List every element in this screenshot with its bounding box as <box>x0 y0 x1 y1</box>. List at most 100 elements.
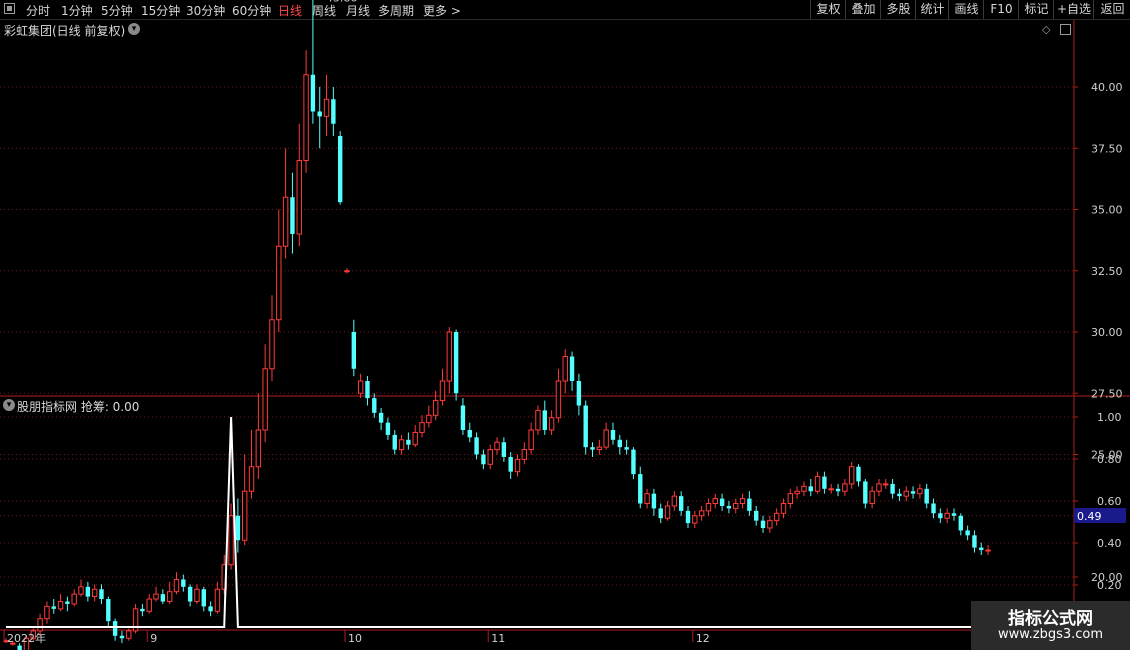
candle-body <box>78 586 84 595</box>
candle-body <box>153 593 159 600</box>
candle-body <box>965 530 970 536</box>
indicator-tick-label: 0.20 <box>1097 579 1122 592</box>
watermark-title: 指标公式网 <box>1008 609 1093 629</box>
candle-body <box>51 606 56 609</box>
candle-body <box>863 481 868 504</box>
candle-body <box>822 476 827 489</box>
candle-body <box>583 405 588 448</box>
candle-body <box>754 510 759 521</box>
candle-body <box>37 618 43 632</box>
candle-body <box>106 599 111 622</box>
candle-body <box>535 409 541 431</box>
candle-body <box>317 111 322 117</box>
candle-body <box>357 380 364 394</box>
candle-body <box>426 414 432 424</box>
candle-body <box>255 429 262 468</box>
candle-body <box>698 510 705 517</box>
candle-body <box>201 589 206 607</box>
candle-body <box>733 503 739 509</box>
watermark: 指标公式网 www.zbgs3.com <box>971 601 1130 650</box>
candle-body <box>91 588 98 598</box>
candle-body <box>651 493 657 509</box>
candle-body <box>235 515 241 541</box>
candle-body <box>985 549 991 552</box>
candle-body <box>494 441 500 451</box>
candle-body <box>194 588 200 602</box>
candle-body <box>310 74 316 112</box>
candle-body <box>17 645 22 650</box>
candle-body <box>474 437 479 455</box>
candle-body <box>378 412 384 423</box>
candle-body <box>931 503 936 514</box>
candle-body <box>979 547 984 551</box>
candle-body <box>910 491 916 494</box>
candle-body <box>876 483 882 492</box>
candle-body <box>248 466 255 492</box>
candle-body <box>501 442 507 457</box>
price-tick-label: 32.50 <box>1091 265 1123 278</box>
candle-body <box>794 490 800 495</box>
candle-body <box>542 410 547 430</box>
candle-body <box>365 381 370 399</box>
candle-body <box>166 591 173 603</box>
candle-body <box>514 458 521 473</box>
candle-body <box>951 513 957 516</box>
candle-body <box>808 486 813 492</box>
candle-body <box>719 498 725 506</box>
candle-body <box>856 466 861 482</box>
candle-body <box>548 417 555 431</box>
indicator-series <box>6 416 1077 628</box>
candle-body <box>398 439 405 451</box>
candle-body <box>903 490 909 497</box>
candle-body <box>228 515 234 566</box>
candle-body <box>842 483 848 492</box>
candle-body <box>181 579 186 587</box>
price-tick-label: 27.50 <box>1091 387 1123 400</box>
candle-body <box>57 601 64 610</box>
chart-frame <box>0 20 1130 650</box>
candle-body <box>671 495 678 507</box>
candle-body <box>187 586 193 602</box>
candle-body <box>972 535 977 548</box>
candle-body <box>883 483 889 486</box>
candle-body <box>262 368 268 431</box>
candle-body <box>576 381 582 406</box>
candle-body <box>801 485 807 492</box>
candle-body <box>71 593 77 605</box>
candle-body <box>890 483 895 494</box>
candle-body <box>269 319 275 370</box>
candle-body <box>631 449 636 475</box>
candle-body <box>692 515 698 524</box>
candle-body <box>624 447 629 450</box>
candle-body <box>446 331 453 382</box>
candle-body <box>938 513 943 519</box>
price-tick-label: 40.00 <box>1091 81 1123 94</box>
time-tick-label: 2022年 <box>7 631 46 645</box>
candlestick-series: 43.8616.34 <box>3 0 991 650</box>
candle-body <box>372 398 377 413</box>
candle-body <box>678 496 684 511</box>
time-tick-label: 9 <box>150 632 157 645</box>
candle-body <box>126 630 132 639</box>
candle-body <box>276 245 282 321</box>
price-tick-label: 30.00 <box>1091 326 1123 339</box>
candle-body <box>712 498 718 505</box>
high-price-label: 43.86 <box>326 0 358 4</box>
candle-body <box>214 588 221 612</box>
candle-body <box>282 196 289 247</box>
candle-body <box>208 606 213 612</box>
candle-body <box>351 332 357 369</box>
candle-body <box>562 356 568 382</box>
candle-body <box>658 508 663 519</box>
candle-body <box>917 488 923 495</box>
candle-body <box>481 454 486 465</box>
candle-body <box>65 601 70 604</box>
candle-body <box>644 493 650 505</box>
candle-body <box>814 476 821 492</box>
candle-body <box>439 380 446 402</box>
candle-body <box>406 439 411 445</box>
candle-body <box>392 434 397 450</box>
candle-body <box>290 197 295 234</box>
candle-body <box>460 405 466 430</box>
candle-body <box>603 429 609 448</box>
